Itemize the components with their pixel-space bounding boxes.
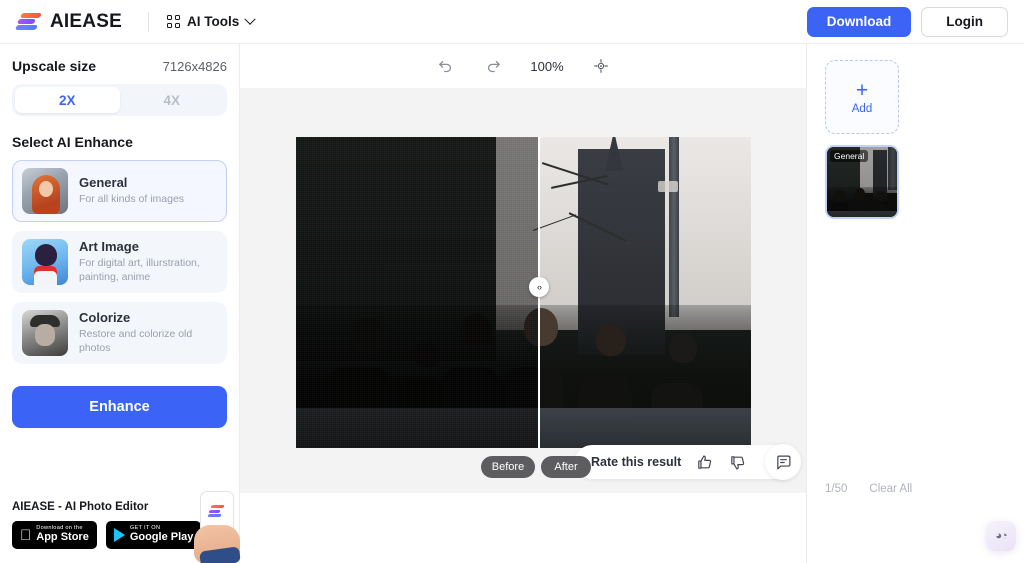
image-thumbnail-item[interactable]: General: [825, 145, 899, 219]
app-header: AIEASE AI Tools Download Login: [0, 0, 1024, 44]
app-root: AIEASE AI Tools Download Login Upscale s…: [0, 0, 1024, 563]
enhance-model-desc: Restore and colorize old photos: [79, 328, 193, 355]
right-thumbnails-panel: + Add General 1/50 Clear All: [806, 44, 1024, 563]
google-play-big: Google Play: [118, 531, 194, 544]
google-play-icon: [113, 528, 125, 542]
clear-all-button[interactable]: Clear All: [869, 483, 912, 495]
add-image-button[interactable]: + Add: [825, 60, 899, 134]
enhance-model-name: Art Image: [79, 239, 139, 255]
redo-icon[interactable]: [482, 55, 504, 77]
enhance-model-desc: For all kinds of images: [79, 193, 185, 206]
scale-toggle: 2X 4X: [12, 84, 227, 116]
plus-icon: +: [855, 78, 869, 102]
app-store-badge[interactable]:  Download on the App Store: [12, 521, 97, 549]
thumbnail-badge: General: [830, 150, 869, 162]
after-image: [538, 137, 751, 448]
right-panel-footer: 1/50 Clear All: [825, 483, 912, 495]
compare-slider-handle-icon[interactable]: ‹›: [529, 277, 549, 297]
aiease-logo-icon: [15, 12, 42, 32]
rate-label: Rate this result: [591, 455, 682, 469]
enhance-model-art-image[interactable]: Art Image For digital art, illurstration…: [12, 231, 227, 293]
rate-result-bar: Rate this result: [575, 445, 797, 479]
enhance-model-list: General For all kinds of images Art Imag…: [12, 160, 227, 364]
select-ai-enhance-label: Select AI Enhance: [12, 134, 133, 150]
download-button[interactable]: Download: [806, 6, 912, 37]
image-count: 1/50: [825, 483, 848, 495]
app-promo: AIEASE - AI Photo Editor  Download on t…: [12, 491, 241, 563]
undo-icon[interactable]: [434, 55, 456, 77]
image-canvas[interactable]: ‹› Before After Rate this result: [240, 88, 806, 493]
enhance-model-name: Colorize: [79, 310, 131, 326]
add-label: Add: [851, 102, 873, 115]
brand-logo[interactable]: AIEASE: [15, 10, 122, 33]
compare-viewer[interactable]: ‹›: [296, 137, 751, 448]
scale-option-2x[interactable]: 2X: [15, 87, 120, 113]
before-image-half: [296, 137, 538, 448]
upscale-size-label: Upscale size: [12, 58, 97, 74]
after-image-half: [538, 137, 751, 448]
chat-bubble-icon[interactable]: [765, 444, 801, 480]
left-settings-panel: Upscale size 7126x4826 2X 4X Select AI E…: [0, 44, 241, 563]
brand-name: AIEASE: [50, 10, 122, 32]
hand-holding-phone-icon: [190, 491, 246, 563]
header-actions: Download Login: [806, 6, 1008, 37]
scale-option-4x[interactable]: 4X: [120, 87, 225, 113]
google-play-badge[interactable]: GET IT ON Google Play: [105, 521, 202, 549]
apple-icon: : [20, 528, 31, 543]
zoom-level[interactable]: 100%: [530, 59, 563, 74]
enhance-model-desc: For digital art, illurstration, painting…: [79, 257, 200, 284]
portrait-woman-thumb-icon: [22, 168, 68, 214]
chevron-down-icon: [244, 13, 256, 25]
login-button[interactable]: Login: [921, 6, 1008, 37]
enhance-model-general[interactable]: General For all kinds of images: [12, 160, 227, 222]
upscale-size-row: Upscale size 7126x4826: [12, 58, 227, 74]
enhance-button[interactable]: Enhance: [12, 386, 227, 428]
thumbs-up-icon[interactable]: [694, 452, 714, 472]
after-toggle[interactable]: After: [541, 456, 591, 478]
fit-to-screen-icon[interactable]: [590, 55, 612, 77]
ai-tools-menu[interactable]: AI Tools: [166, 13, 256, 29]
thumbs-down-icon[interactable]: [727, 452, 747, 472]
header-divider: [147, 11, 149, 32]
ai-assistant-icon[interactable]: ◕◔: [986, 521, 1016, 551]
old-man-photo-thumb-icon: [22, 310, 68, 356]
enhance-model-colorize[interactable]: Colorize Restore and colorize old photos: [12, 302, 227, 364]
ai-tools-label: AI Tools: [186, 14, 240, 29]
anime-girl-thumb-icon: [22, 239, 68, 285]
canvas-toolbar: 100%: [240, 44, 806, 88]
before-image: [296, 137, 538, 448]
enhance-model-name: General: [79, 175, 128, 191]
upscale-size-value: 7126x4826: [162, 59, 227, 74]
app-store-big: App Store: [25, 531, 89, 544]
grid-icon: [166, 15, 180, 28]
assistant-face-glyph: ◕◔: [995, 530, 1007, 542]
before-toggle[interactable]: Before: [481, 456, 535, 478]
